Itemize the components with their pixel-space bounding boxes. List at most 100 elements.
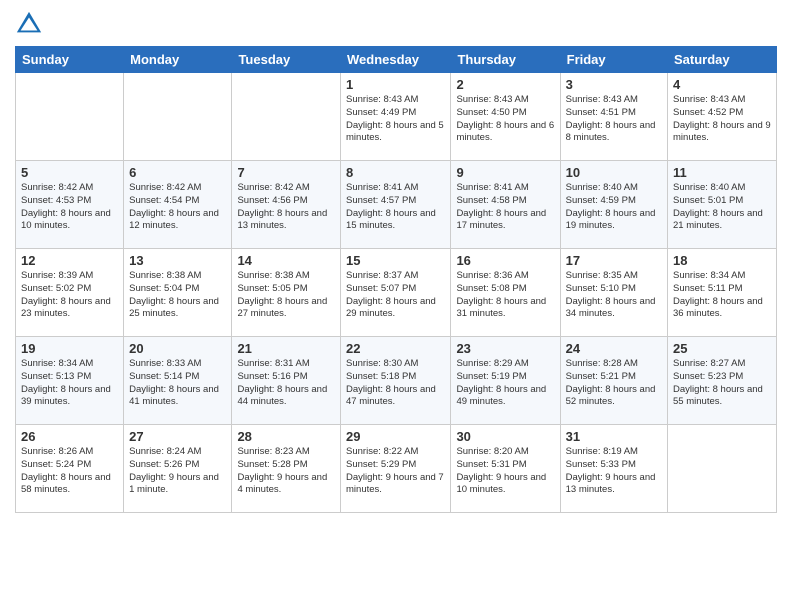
day-number: 30 xyxy=(456,429,554,444)
week-row-3: 12Sunrise: 8:39 AM Sunset: 5:02 PM Dayli… xyxy=(16,249,777,337)
day-cell: 7 Sunrise: 8:42 AM Sunset: 4:56 PM Daylig… xyxy=(232,161,341,249)
logo-icon xyxy=(15,10,43,38)
page: SundayMondayTuesdayWednesdayThursdayFrid… xyxy=(0,0,792,612)
day-info: Sunrise: 8:20 AM Sunset: 5:31 PM Dayligh… xyxy=(456,446,554,497)
day-cell: 26 Sunrise: 8:26 AM Sunset: 5:24 PM Dayli… xyxy=(16,425,124,513)
day-cell xyxy=(668,425,777,513)
day-info: Sunrise: 8:30 AM Sunset: 5:18 PM Dayligh… xyxy=(346,358,445,409)
day-cell: 16 Sunrise: 8:36 AM Sunset: 5:08 PM Dayli… xyxy=(451,249,560,337)
day-info: Sunrise: 8:40 AM Sunset: 5:01 PM Dayligh… xyxy=(673,182,771,233)
day-cell: 17Sunrise: 8:35 AM Sunset: 5:10 PM Dayli… xyxy=(560,249,667,337)
day-cell: 10 Sunrise: 8:40 AM Sunset: 4:59 PM Dayli… xyxy=(560,161,667,249)
day-header-wednesday: Wednesday xyxy=(341,47,451,73)
day-cell: 3 Sunrise: 8:43 AM Sunset: 4:51 PM Daylig… xyxy=(560,73,667,161)
day-header-friday: Friday xyxy=(560,47,667,73)
day-number: 9 xyxy=(456,165,554,180)
day-cell xyxy=(232,73,341,161)
day-cell: 30 Sunrise: 8:20 AM Sunset: 5:31 PM Dayli… xyxy=(451,425,560,513)
day-number: 12 xyxy=(21,253,118,268)
day-number: 17 xyxy=(566,253,662,268)
day-number: 8 xyxy=(346,165,445,180)
day-cell: 14 Sunrise: 8:38 AM Sunset: 5:05 PM Dayli… xyxy=(232,249,341,337)
day-number: 23 xyxy=(456,341,554,356)
day-cell: 15 Sunrise: 8:37 AM Sunset: 5:07 PM Dayli… xyxy=(341,249,451,337)
day-cell: 12Sunrise: 8:39 AM Sunset: 5:02 PM Dayli… xyxy=(16,249,124,337)
day-header-sunday: Sunday xyxy=(16,47,124,73)
day-info: Sunrise: 8:40 AM Sunset: 4:59 PM Dayligh… xyxy=(566,182,662,233)
day-cell: 9 Sunrise: 8:41 AM Sunset: 4:58 PM Daylig… xyxy=(451,161,560,249)
day-cell: 27Sunrise: 8:24 AM Sunset: 5:26 PM Dayli… xyxy=(124,425,232,513)
day-number: 7 xyxy=(237,165,335,180)
day-header-monday: Monday xyxy=(124,47,232,73)
day-number: 4 xyxy=(673,77,771,92)
day-cell: 29Sunrise: 8:22 AM Sunset: 5:29 PM Dayli… xyxy=(341,425,451,513)
day-cell: 5Sunrise: 8:42 AM Sunset: 4:53 PM Daylig… xyxy=(16,161,124,249)
day-info: Sunrise: 8:38 AM Sunset: 5:05 PM Dayligh… xyxy=(237,270,335,321)
day-info: Sunrise: 8:28 AM Sunset: 5:21 PM Dayligh… xyxy=(566,358,662,409)
day-info: Sunrise: 8:41 AM Sunset: 4:57 PM Dayligh… xyxy=(346,182,445,233)
week-row-2: 5Sunrise: 8:42 AM Sunset: 4:53 PM Daylig… xyxy=(16,161,777,249)
day-cell xyxy=(124,73,232,161)
day-cell: 23 Sunrise: 8:29 AM Sunset: 5:19 PM Dayli… xyxy=(451,337,560,425)
day-number: 19 xyxy=(21,341,118,356)
day-number: 28 xyxy=(237,429,335,444)
day-number: 31 xyxy=(566,429,662,444)
day-info: Sunrise: 8:43 AM Sunset: 4:49 PM Dayligh… xyxy=(346,94,445,145)
day-cell: 22 Sunrise: 8:30 AM Sunset: 5:18 PM Dayli… xyxy=(341,337,451,425)
day-info: Sunrise: 8:29 AM Sunset: 5:19 PM Dayligh… xyxy=(456,358,554,409)
day-info: Sunrise: 8:42 AM Sunset: 4:56 PM Dayligh… xyxy=(237,182,335,233)
day-cell: 20 Sunrise: 8:33 AM Sunset: 5:14 PM Dayli… xyxy=(124,337,232,425)
day-number: 21 xyxy=(237,341,335,356)
week-row-4: 19 Sunrise: 8:34 AM Sunset: 5:13 PM Dayli… xyxy=(16,337,777,425)
day-number: 20 xyxy=(129,341,226,356)
day-number: 11 xyxy=(673,165,771,180)
day-header-saturday: Saturday xyxy=(668,47,777,73)
calendar: SundayMondayTuesdayWednesdayThursdayFrid… xyxy=(15,46,777,513)
day-header-thursday: Thursday xyxy=(451,47,560,73)
header xyxy=(15,10,777,38)
day-number: 15 xyxy=(346,253,445,268)
day-number: 10 xyxy=(566,165,662,180)
day-cell xyxy=(16,73,124,161)
day-number: 27 xyxy=(129,429,226,444)
day-info: Sunrise: 8:23 AM Sunset: 5:28 PM Dayligh… xyxy=(237,446,335,497)
day-number: 25 xyxy=(673,341,771,356)
day-number: 16 xyxy=(456,253,554,268)
day-number: 18 xyxy=(673,253,771,268)
day-info: Sunrise: 8:42 AM Sunset: 4:54 PM Dayligh… xyxy=(129,182,226,233)
day-cell: 13 Sunrise: 8:38 AM Sunset: 5:04 PM Dayli… xyxy=(124,249,232,337)
day-number: 6 xyxy=(129,165,226,180)
day-number: 22 xyxy=(346,341,445,356)
day-cell: 21Sunrise: 8:31 AM Sunset: 5:16 PM Dayli… xyxy=(232,337,341,425)
day-cell: 1Sunrise: 8:43 AM Sunset: 4:49 PM Daylig… xyxy=(341,73,451,161)
day-cell: 8 Sunrise: 8:41 AM Sunset: 4:57 PM Daylig… xyxy=(341,161,451,249)
day-info: Sunrise: 8:34 AM Sunset: 5:13 PM Dayligh… xyxy=(21,358,118,409)
days-header-row: SundayMondayTuesdayWednesdayThursdayFrid… xyxy=(16,47,777,73)
day-cell: 11 Sunrise: 8:40 AM Sunset: 5:01 PM Dayli… xyxy=(668,161,777,249)
day-number: 3 xyxy=(566,77,662,92)
day-number: 2 xyxy=(456,77,554,92)
logo xyxy=(15,10,45,38)
day-number: 29 xyxy=(346,429,445,444)
day-header-tuesday: Tuesday xyxy=(232,47,341,73)
day-info: Sunrise: 8:33 AM Sunset: 5:14 PM Dayligh… xyxy=(129,358,226,409)
day-cell: 6 Sunrise: 8:42 AM Sunset: 4:54 PM Daylig… xyxy=(124,161,232,249)
day-number: 14 xyxy=(237,253,335,268)
day-number: 26 xyxy=(21,429,118,444)
day-info: Sunrise: 8:38 AM Sunset: 5:04 PM Dayligh… xyxy=(129,270,226,321)
day-info: Sunrise: 8:43 AM Sunset: 4:52 PM Dayligh… xyxy=(673,94,771,145)
day-cell: 28 Sunrise: 8:23 AM Sunset: 5:28 PM Dayli… xyxy=(232,425,341,513)
day-info: Sunrise: 8:41 AM Sunset: 4:58 PM Dayligh… xyxy=(456,182,554,233)
day-info: Sunrise: 8:19 AM Sunset: 5:33 PM Dayligh… xyxy=(566,446,662,497)
day-cell: 19 Sunrise: 8:34 AM Sunset: 5:13 PM Dayli… xyxy=(16,337,124,425)
day-info: Sunrise: 8:26 AM Sunset: 5:24 PM Dayligh… xyxy=(21,446,118,497)
day-info: Sunrise: 8:37 AM Sunset: 5:07 PM Dayligh… xyxy=(346,270,445,321)
day-info: Sunrise: 8:43 AM Sunset: 4:51 PM Dayligh… xyxy=(566,94,662,145)
day-info: Sunrise: 8:42 AM Sunset: 4:53 PM Dayligh… xyxy=(21,182,118,233)
day-info: Sunrise: 8:36 AM Sunset: 5:08 PM Dayligh… xyxy=(456,270,554,321)
day-number: 13 xyxy=(129,253,226,268)
day-number: 24 xyxy=(566,341,662,356)
day-cell: 25Sunrise: 8:27 AM Sunset: 5:23 PM Dayli… xyxy=(668,337,777,425)
day-cell: 24 Sunrise: 8:28 AM Sunset: 5:21 PM Dayli… xyxy=(560,337,667,425)
day-info: Sunrise: 8:34 AM Sunset: 5:11 PM Dayligh… xyxy=(673,270,771,321)
